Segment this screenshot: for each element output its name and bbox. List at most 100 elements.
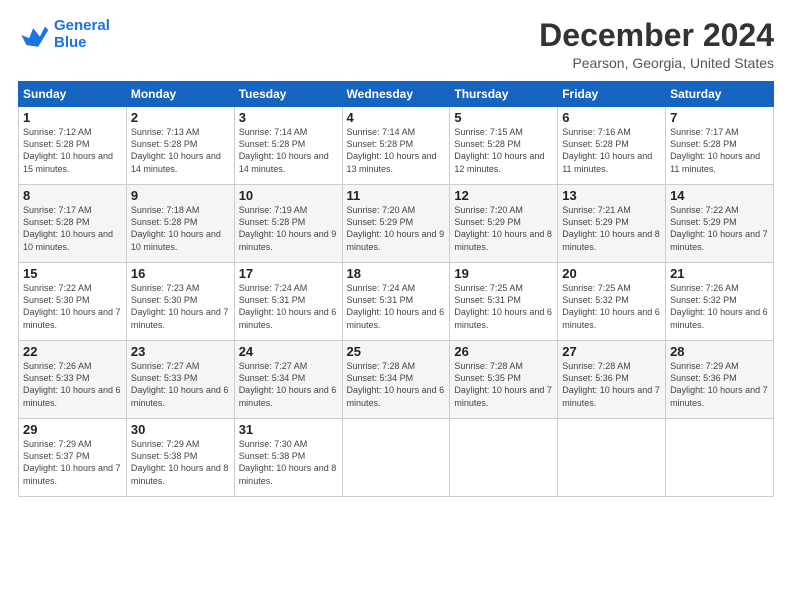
calendar-cell-12: 12Sunrise: 7:20 AMSunset: 5:29 PMDayligh… [450,185,558,263]
day-number: 17 [239,266,338,281]
calendar-cell-8: 8Sunrise: 7:17 AMSunset: 5:28 PMDaylight… [19,185,127,263]
day-info: Sunrise: 7:22 AMSunset: 5:30 PMDaylight:… [23,282,122,331]
calendar-cell-10: 10Sunrise: 7:19 AMSunset: 5:28 PMDayligh… [234,185,342,263]
calendar-cell-29: 29Sunrise: 7:29 AMSunset: 5:37 PMDayligh… [19,419,127,497]
calendar-cell-30: 30Sunrise: 7:29 AMSunset: 5:38 PMDayligh… [126,419,234,497]
title-block: December 2024 Pearson, Georgia, United S… [539,18,774,71]
day-info: Sunrise: 7:23 AMSunset: 5:30 PMDaylight:… [131,282,230,331]
col-tuesday: Tuesday [234,82,342,107]
calendar-cell-28: 28Sunrise: 7:29 AMSunset: 5:36 PMDayligh… [666,341,774,419]
calendar-cell-17: 17Sunrise: 7:24 AMSunset: 5:31 PMDayligh… [234,263,342,341]
col-friday: Friday [558,82,666,107]
day-number: 4 [347,110,446,125]
day-number: 18 [347,266,446,281]
col-wednesday: Wednesday [342,82,450,107]
col-saturday: Saturday [666,82,774,107]
calendar-cell-empty [342,419,450,497]
calendar-cell-21: 21Sunrise: 7:26 AMSunset: 5:32 PMDayligh… [666,263,774,341]
calendar-cell-1: 1Sunrise: 7:12 AMSunset: 5:28 PMDaylight… [19,107,127,185]
day-info: Sunrise: 7:29 AMSunset: 5:37 PMDaylight:… [23,438,122,487]
day-info: Sunrise: 7:14 AMSunset: 5:28 PMDaylight:… [239,126,338,175]
day-info: Sunrise: 7:21 AMSunset: 5:29 PMDaylight:… [562,204,661,253]
day-info: Sunrise: 7:15 AMSunset: 5:28 PMDaylight:… [454,126,553,175]
calendar-week-row: 15Sunrise: 7:22 AMSunset: 5:30 PMDayligh… [19,263,774,341]
calendar-page: General Blue December 2024 Pearson, Geor… [0,0,792,612]
day-number: 25 [347,344,446,359]
day-number: 22 [23,344,122,359]
calendar-cell-20: 20Sunrise: 7:25 AMSunset: 5:32 PMDayligh… [558,263,666,341]
calendar-cell-22: 22Sunrise: 7:26 AMSunset: 5:33 PMDayligh… [19,341,127,419]
day-info: Sunrise: 7:28 AMSunset: 5:34 PMDaylight:… [347,360,446,409]
day-info: Sunrise: 7:29 AMSunset: 5:38 PMDaylight:… [131,438,230,487]
col-monday: Monday [126,82,234,107]
day-info: Sunrise: 7:27 AMSunset: 5:34 PMDaylight:… [239,360,338,409]
calendar-cell-11: 11Sunrise: 7:20 AMSunset: 5:29 PMDayligh… [342,185,450,263]
calendar-body: 1Sunrise: 7:12 AMSunset: 5:28 PMDaylight… [19,107,774,497]
day-info: Sunrise: 7:17 AMSunset: 5:28 PMDaylight:… [670,126,769,175]
logo-bird-icon [18,21,50,49]
day-number: 15 [23,266,122,281]
day-info: Sunrise: 7:24 AMSunset: 5:31 PMDaylight:… [239,282,338,331]
calendar-title: December 2024 [539,18,774,53]
calendar-cell-24: 24Sunrise: 7:27 AMSunset: 5:34 PMDayligh… [234,341,342,419]
calendar-cell-16: 16Sunrise: 7:23 AMSunset: 5:30 PMDayligh… [126,263,234,341]
calendar-cell-23: 23Sunrise: 7:27 AMSunset: 5:33 PMDayligh… [126,341,234,419]
day-info: Sunrise: 7:12 AMSunset: 5:28 PMDaylight:… [23,126,122,175]
day-info: Sunrise: 7:25 AMSunset: 5:31 PMDaylight:… [454,282,553,331]
day-info: Sunrise: 7:27 AMSunset: 5:33 PMDaylight:… [131,360,230,409]
col-thursday: Thursday [450,82,558,107]
day-info: Sunrise: 7:30 AMSunset: 5:38 PMDaylight:… [239,438,338,487]
calendar-cell-15: 15Sunrise: 7:22 AMSunset: 5:30 PMDayligh… [19,263,127,341]
calendar-cell-3: 3Sunrise: 7:14 AMSunset: 5:28 PMDaylight… [234,107,342,185]
day-number: 1 [23,110,122,125]
day-number: 19 [454,266,553,281]
day-info: Sunrise: 7:24 AMSunset: 5:31 PMDaylight:… [347,282,446,331]
calendar-subtitle: Pearson, Georgia, United States [539,55,774,71]
day-info: Sunrise: 7:14 AMSunset: 5:28 PMDaylight:… [347,126,446,175]
day-number: 20 [562,266,661,281]
logo: General Blue [18,18,110,51]
day-number: 29 [23,422,122,437]
calendar-cell-26: 26Sunrise: 7:28 AMSunset: 5:35 PMDayligh… [450,341,558,419]
calendar-cell-7: 7Sunrise: 7:17 AMSunset: 5:28 PMDaylight… [666,107,774,185]
day-info: Sunrise: 7:22 AMSunset: 5:29 PMDaylight:… [670,204,769,253]
calendar-cell-25: 25Sunrise: 7:28 AMSunset: 5:34 PMDayligh… [342,341,450,419]
calendar-cell-19: 19Sunrise: 7:25 AMSunset: 5:31 PMDayligh… [450,263,558,341]
day-number: 30 [131,422,230,437]
day-info: Sunrise: 7:26 AMSunset: 5:33 PMDaylight:… [23,360,122,409]
day-number: 13 [562,188,661,203]
day-info: Sunrise: 7:29 AMSunset: 5:36 PMDaylight:… [670,360,769,409]
calendar-week-row: 22Sunrise: 7:26 AMSunset: 5:33 PMDayligh… [19,341,774,419]
calendar-cell-2: 2Sunrise: 7:13 AMSunset: 5:28 PMDaylight… [126,107,234,185]
day-info: Sunrise: 7:20 AMSunset: 5:29 PMDaylight:… [454,204,553,253]
day-number: 2 [131,110,230,125]
day-number: 14 [670,188,769,203]
day-info: Sunrise: 7:25 AMSunset: 5:32 PMDaylight:… [562,282,661,331]
calendar-cell-27: 27Sunrise: 7:28 AMSunset: 5:36 PMDayligh… [558,341,666,419]
day-number: 21 [670,266,769,281]
calendar-cell-13: 13Sunrise: 7:21 AMSunset: 5:29 PMDayligh… [558,185,666,263]
calendar-cell-14: 14Sunrise: 7:22 AMSunset: 5:29 PMDayligh… [666,185,774,263]
day-info: Sunrise: 7:20 AMSunset: 5:29 PMDaylight:… [347,204,446,253]
day-info: Sunrise: 7:19 AMSunset: 5:28 PMDaylight:… [239,204,338,253]
day-info: Sunrise: 7:18 AMSunset: 5:28 PMDaylight:… [131,204,230,253]
day-info: Sunrise: 7:28 AMSunset: 5:35 PMDaylight:… [454,360,553,409]
calendar-cell-5: 5Sunrise: 7:15 AMSunset: 5:28 PMDaylight… [450,107,558,185]
calendar-header-row: Sunday Monday Tuesday Wednesday Thursday… [19,82,774,107]
day-number: 16 [131,266,230,281]
calendar-cell-31: 31Sunrise: 7:30 AMSunset: 5:38 PMDayligh… [234,419,342,497]
day-number: 26 [454,344,553,359]
day-number: 9 [131,188,230,203]
day-info: Sunrise: 7:28 AMSunset: 5:36 PMDaylight:… [562,360,661,409]
day-info: Sunrise: 7:17 AMSunset: 5:28 PMDaylight:… [23,204,122,253]
day-number: 23 [131,344,230,359]
day-number: 11 [347,188,446,203]
calendar-cell-empty [558,419,666,497]
calendar-cell-4: 4Sunrise: 7:14 AMSunset: 5:28 PMDaylight… [342,107,450,185]
calendar-cell-9: 9Sunrise: 7:18 AMSunset: 5:28 PMDaylight… [126,185,234,263]
day-number: 27 [562,344,661,359]
calendar-week-row: 29Sunrise: 7:29 AMSunset: 5:37 PMDayligh… [19,419,774,497]
logo-text: General Blue [54,18,110,51]
calendar-cell-6: 6Sunrise: 7:16 AMSunset: 5:28 PMDaylight… [558,107,666,185]
day-info: Sunrise: 7:16 AMSunset: 5:28 PMDaylight:… [562,126,661,175]
